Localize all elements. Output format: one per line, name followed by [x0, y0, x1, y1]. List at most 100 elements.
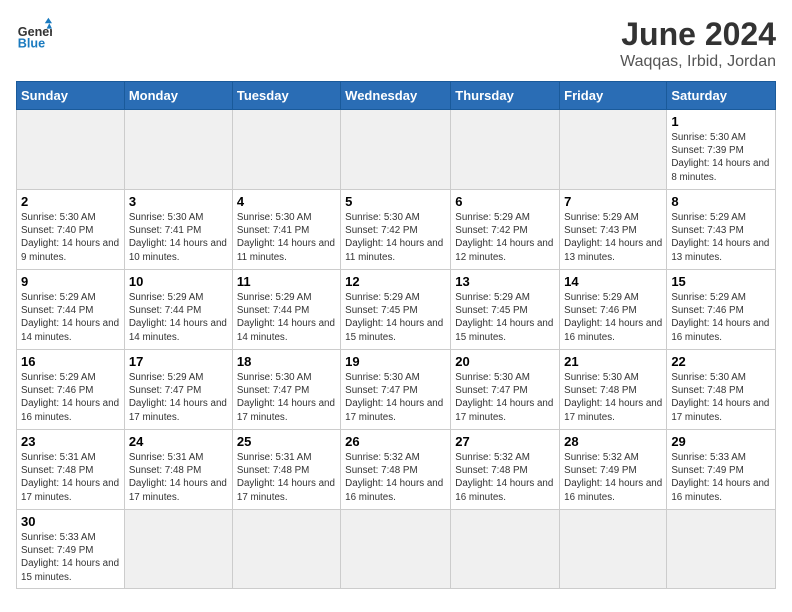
day-number: 16 — [21, 354, 120, 369]
calendar-cell — [560, 510, 667, 589]
calendar-cell: 2 Sunrise: 5:30 AMSunset: 7:40 PMDaylight… — [17, 190, 125, 270]
day-number: 30 — [21, 514, 120, 529]
week-row-3: 16Sunrise: 5:29 AMSunset: 7:46 PMDayligh… — [17, 350, 776, 430]
header: General Blue June 2024 Waqqas, Irbid, Jo… — [16, 16, 776, 71]
calendar-cell — [560, 110, 667, 190]
day-info: Sunrise: 5:29 AMSunset: 7:44 PMDaylight:… — [129, 291, 228, 344]
calendar-cell: 4 Sunrise: 5:30 AMSunset: 7:41 PMDaylight… — [232, 190, 340, 270]
day-number: 13 — [455, 274, 555, 289]
day-number: 10 — [129, 274, 228, 289]
day-number: 27 — [455, 434, 555, 449]
weekday-header-thursday: Thursday — [451, 82, 560, 110]
calendar-cell: 30 Sunrise: 5:33 AMSunset: 7:49 PMDayligh… — [17, 510, 125, 589]
calendar-table: SundayMondayTuesdayWednesdayThursdayFrid… — [16, 81, 776, 589]
day-number: 25 — [237, 434, 336, 449]
day-number: 21 — [564, 354, 662, 369]
day-info: Sunrise: 5:33 AMSunset: 7:49 PMDaylight:… — [671, 451, 771, 504]
calendar-cell — [341, 110, 451, 190]
day-number: 20 — [455, 354, 555, 369]
day-info: Sunrise: 5:31 AMSunset: 7:48 PMDaylight:… — [237, 451, 336, 504]
calendar-cell — [667, 510, 776, 589]
day-number: 4 — [237, 194, 336, 209]
day-info: Sunrise: 5:32 AMSunset: 7:49 PMDaylight:… — [564, 451, 662, 504]
calendar-cell: 11 Sunrise: 5:29 AMSunset: 7:44 PMDayligh… — [232, 270, 340, 350]
calendar-cell: 24 Sunrise: 5:31 AMSunset: 7:48 PMDayligh… — [124, 430, 232, 510]
day-info: Sunrise: 5:31 AMSunset: 7:48 PMDaylight:… — [129, 451, 228, 504]
calendar-cell: 15Sunrise: 5:29 AMSunset: 7:46 PMDayligh… — [667, 270, 776, 350]
day-number: 11 — [237, 274, 336, 289]
day-info: Sunrise: 5:32 AMSunset: 7:48 PMDaylight:… — [455, 451, 555, 504]
calendar-cell: 3Sunrise: 5:30 AMSunset: 7:41 PMDaylight… — [124, 190, 232, 270]
day-info: Sunrise: 5:29 AMSunset: 7:45 PMDaylight:… — [455, 291, 555, 344]
day-info: Sunrise: 5:29 AMSunset: 7:42 PMDaylight:… — [455, 211, 555, 264]
calendar-cell: 1Sunrise: 5:30 AMSunset: 7:39 PMDaylight… — [667, 110, 776, 190]
day-info: Sunrise: 5:29 AMSunset: 7:43 PMDaylight:… — [671, 211, 771, 264]
calendar-cell: 10 Sunrise: 5:29 AMSunset: 7:44 PMDayligh… — [124, 270, 232, 350]
weekday-header-sunday: Sunday — [17, 82, 125, 110]
weekday-header-row: SundayMondayTuesdayWednesdayThursdayFrid… — [17, 82, 776, 110]
calendar-cell: 8 Sunrise: 5:29 AMSunset: 7:43 PMDaylight… — [667, 190, 776, 270]
day-number: 5 — [345, 194, 446, 209]
calendar-cell — [17, 110, 125, 190]
week-row-4: 23 Sunrise: 5:31 AMSunset: 7:48 PMDayligh… — [17, 430, 776, 510]
day-info: Sunrise: 5:30 AMSunset: 7:47 PMDaylight:… — [345, 371, 446, 424]
calendar-cell — [232, 510, 340, 589]
calendar-cell: 14 Sunrise: 5:29 AMSunset: 7:46 PMDayligh… — [560, 270, 667, 350]
calendar-cell: 5 Sunrise: 5:30 AMSunset: 7:42 PMDaylight… — [341, 190, 451, 270]
day-number: 15 — [671, 274, 771, 289]
logo-icon: General Blue — [16, 16, 52, 52]
day-number: 14 — [564, 274, 662, 289]
day-info: Sunrise: 5:30 AMSunset: 7:47 PMDaylight:… — [237, 371, 336, 424]
title-block: June 2024 Waqqas, Irbid, Jordan — [620, 16, 776, 71]
day-number: 19 — [345, 354, 446, 369]
calendar-cell: 18 Sunrise: 5:30 AMSunset: 7:47 PMDayligh… — [232, 350, 340, 430]
calendar-cell: 23Sunrise: 5:31 AMSunset: 7:48 PMDayligh… — [17, 430, 125, 510]
calendar-cell — [124, 510, 232, 589]
weekday-header-tuesday: Tuesday — [232, 82, 340, 110]
day-number: 28 — [564, 434, 662, 449]
day-info: Sunrise: 5:29 AMSunset: 7:44 PMDaylight:… — [237, 291, 336, 344]
calendar-cell — [451, 110, 560, 190]
day-info: Sunrise: 5:30 AMSunset: 7:41 PMDaylight:… — [237, 211, 336, 264]
calendar-cell — [232, 110, 340, 190]
day-info: Sunrise: 5:29 AMSunset: 7:47 PMDaylight:… — [129, 371, 228, 424]
calendar-cell: 25 Sunrise: 5:31 AMSunset: 7:48 PMDayligh… — [232, 430, 340, 510]
calendar-cell: 6Sunrise: 5:29 AMSunset: 7:42 PMDaylight… — [451, 190, 560, 270]
day-info: Sunrise: 5:29 AMSunset: 7:44 PMDaylight:… — [21, 291, 120, 344]
day-number: 12 — [345, 274, 446, 289]
day-number: 26 — [345, 434, 446, 449]
calendar-cell: 19 Sunrise: 5:30 AMSunset: 7:47 PMDayligh… — [341, 350, 451, 430]
day-number: 23 — [21, 434, 120, 449]
day-number: 24 — [129, 434, 228, 449]
day-number: 18 — [237, 354, 336, 369]
calendar-cell: 7Sunrise: 5:29 AMSunset: 7:43 PMDaylight… — [560, 190, 667, 270]
day-info: Sunrise: 5:29 AMSunset: 7:46 PMDaylight:… — [564, 291, 662, 344]
logo: General Blue — [16, 16, 52, 52]
day-info: Sunrise: 5:29 AMSunset: 7:45 PMDaylight:… — [345, 291, 446, 344]
day-info: Sunrise: 5:30 AMSunset: 7:40 PMDaylight:… — [21, 211, 120, 264]
calendar-cell: 27 Sunrise: 5:32 AMSunset: 7:48 PMDayligh… — [451, 430, 560, 510]
day-number: 22 — [671, 354, 771, 369]
day-info: Sunrise: 5:30 AMSunset: 7:41 PMDaylight:… — [129, 211, 228, 264]
calendar-cell: 22Sunrise: 5:30 AMSunset: 7:48 PMDayligh… — [667, 350, 776, 430]
day-info: Sunrise: 5:33 AMSunset: 7:49 PMDaylight:… — [21, 531, 120, 584]
location-title: Waqqas, Irbid, Jordan — [620, 53, 776, 71]
week-row-5: 30 Sunrise: 5:33 AMSunset: 7:49 PMDayligh… — [17, 510, 776, 589]
weekday-header-monday: Monday — [124, 82, 232, 110]
week-row-0: 1Sunrise: 5:30 AMSunset: 7:39 PMDaylight… — [17, 110, 776, 190]
day-number: 9 — [21, 274, 120, 289]
calendar-cell — [341, 510, 451, 589]
calendar-cell: 26Sunrise: 5:32 AMSunset: 7:48 PMDayligh… — [341, 430, 451, 510]
weekday-header-friday: Friday — [560, 82, 667, 110]
day-number: 29 — [671, 434, 771, 449]
day-number: 8 — [671, 194, 771, 209]
calendar-cell: 20 Sunrise: 5:30 AMSunset: 7:47 PMDayligh… — [451, 350, 560, 430]
day-number: 2 — [21, 194, 120, 209]
week-row-2: 9 Sunrise: 5:29 AMSunset: 7:44 PMDaylight… — [17, 270, 776, 350]
calendar-cell: 16Sunrise: 5:29 AMSunset: 7:46 PMDayligh… — [17, 350, 125, 430]
day-info: Sunrise: 5:30 AMSunset: 7:47 PMDaylight:… — [455, 371, 555, 424]
weekday-header-saturday: Saturday — [667, 82, 776, 110]
calendar-cell: 13 Sunrise: 5:29 AMSunset: 7:45 PMDayligh… — [451, 270, 560, 350]
month-title: June 2024 — [620, 16, 776, 53]
day-info: Sunrise: 5:30 AMSunset: 7:42 PMDaylight:… — [345, 211, 446, 264]
